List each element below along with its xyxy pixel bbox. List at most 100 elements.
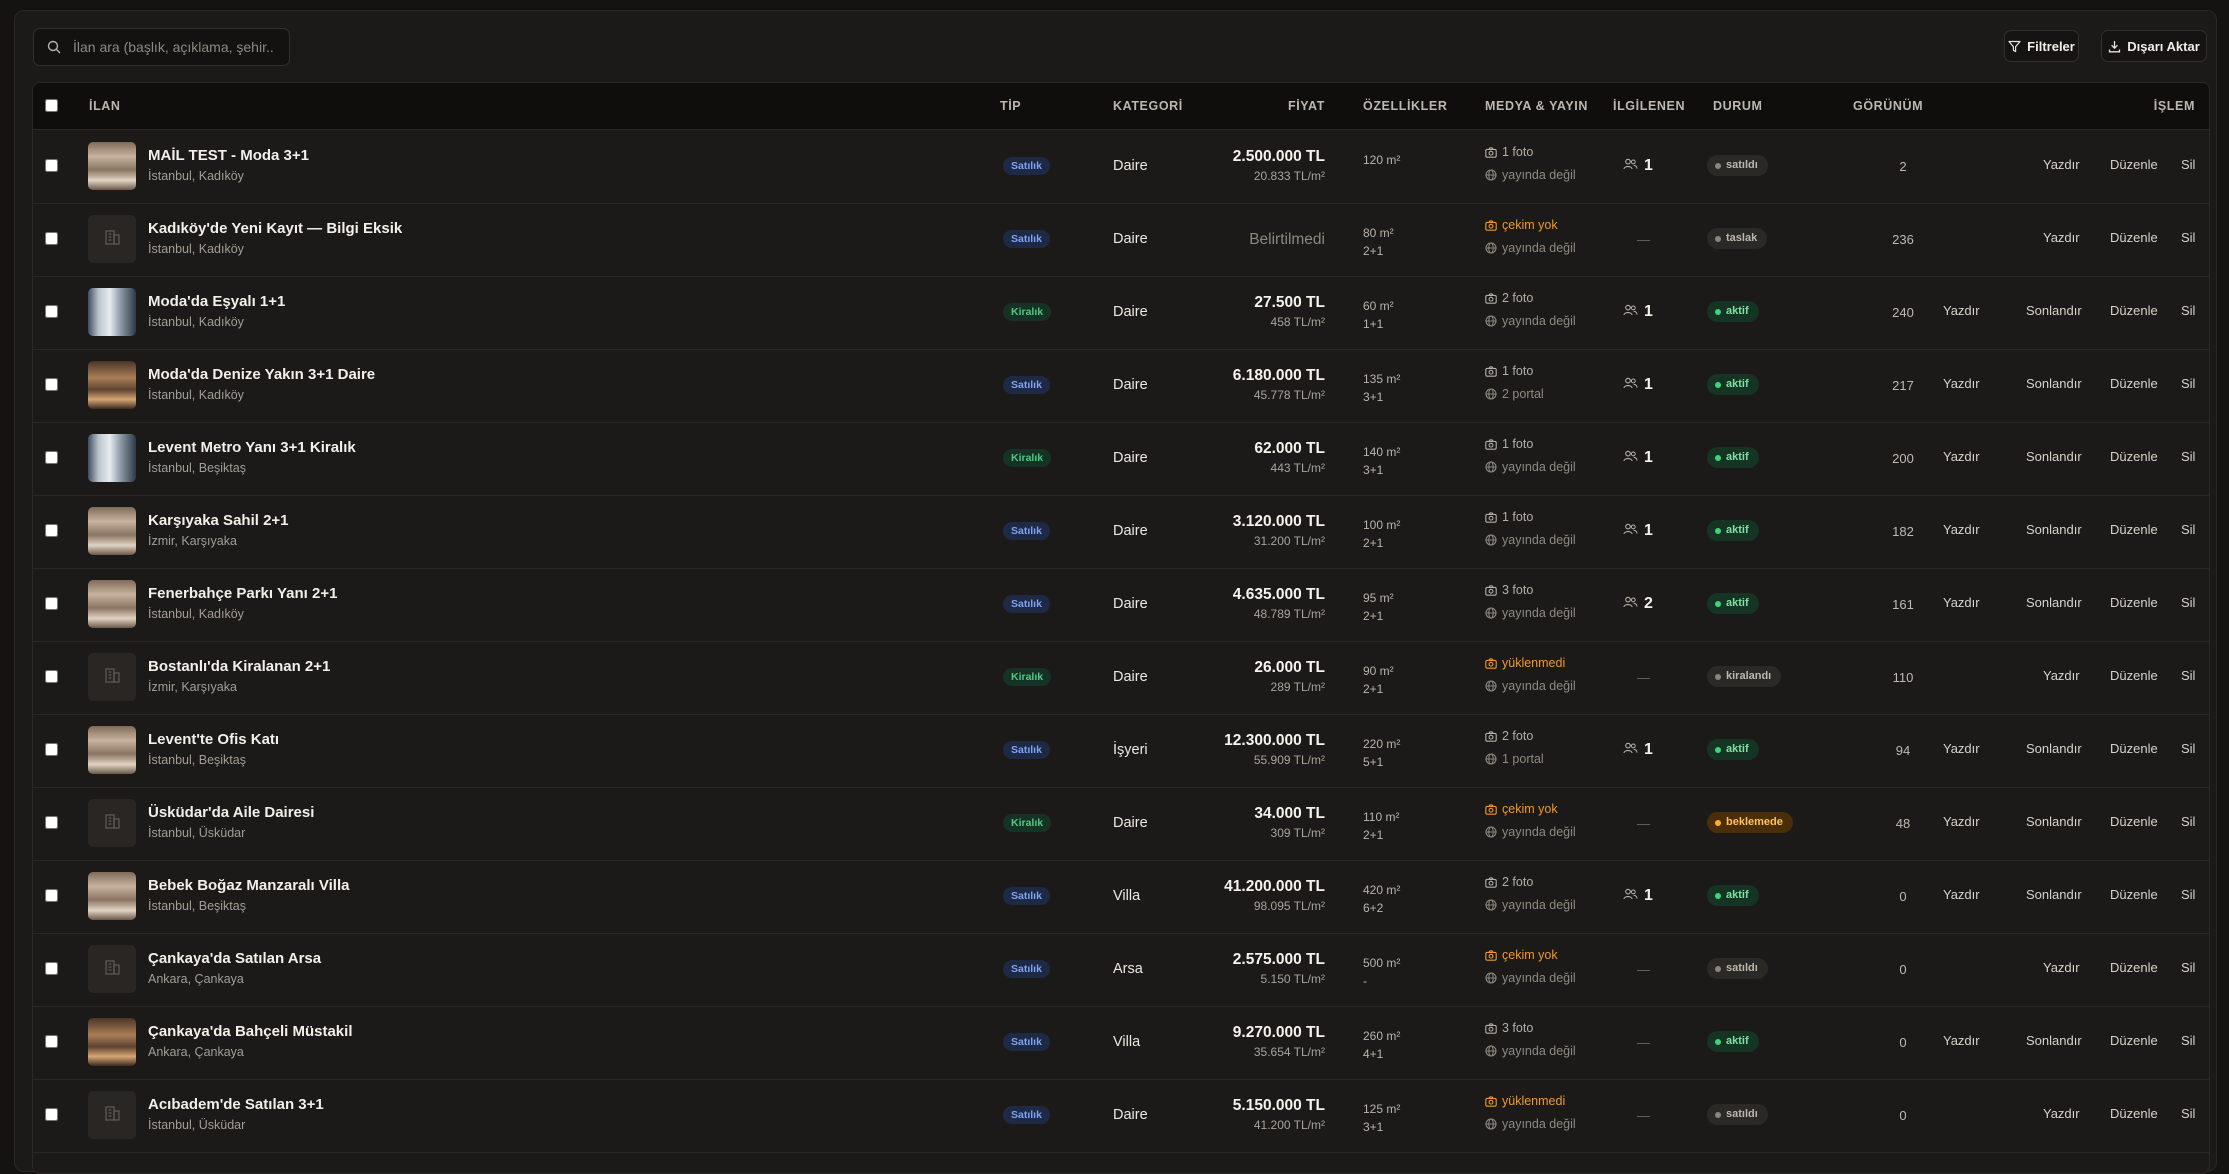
row-checkbox[interactable] — [45, 962, 58, 975]
listing-thumbnail[interactable] — [88, 507, 136, 555]
edit-button[interactable]: Düzenle — [2110, 303, 2158, 318]
table-row[interactable]: Levent Metro Yanı 3+1 Kiralık İstanbul, … — [33, 422, 2209, 496]
interested-count[interactable]: 1 — [1623, 157, 1653, 175]
listing-title[interactable]: Bebek Boğaz Manzaralı Villa — [148, 877, 349, 894]
listing-title[interactable]: Karşıyaka Sahil 2+1 — [148, 512, 289, 529]
edit-button[interactable]: Düzenle — [2110, 814, 2158, 829]
interested-count[interactable]: 1 — [1623, 522, 1653, 540]
export-button[interactable]: Dışarı Aktar — [2101, 30, 2207, 62]
row-checkbox[interactable] — [45, 743, 58, 756]
end-button[interactable]: Sonlandır — [2026, 522, 2082, 537]
delete-button[interactable]: Sil — [2181, 449, 2195, 464]
listing-thumbnail[interactable] — [88, 726, 136, 774]
table-row[interactable]: MAİL TEST - Moda 3+1 İstanbul, Kadıköy S… — [33, 130, 2209, 204]
end-button[interactable]: Sonlandır — [2026, 887, 2082, 902]
table-row[interactable]: Bebek Boğaz Manzaralı Villa İstanbul, Be… — [33, 860, 2209, 934]
edit-button[interactable]: Düzenle — [2110, 668, 2158, 683]
listing-title[interactable]: Bostanlı'da Kiralanan 2+1 — [148, 658, 330, 675]
interested-count[interactable]: 2 — [1623, 595, 1653, 613]
row-checkbox[interactable] — [45, 1035, 58, 1048]
table-row[interactable]: Üsküdar'da Aile Dairesi İstanbul, Üsküda… — [33, 787, 2209, 861]
listing-title[interactable]: MAİL TEST - Moda 3+1 — [148, 147, 309, 164]
table-row[interactable]: Çankaya'da Satılan Arsa Ankara, Çankaya … — [33, 933, 2209, 1007]
row-checkbox[interactable] — [45, 159, 58, 172]
interested-count[interactable]: 1 — [1623, 741, 1653, 759]
delete-button[interactable]: Sil — [2181, 303, 2195, 318]
interested-count[interactable]: 1 — [1623, 303, 1653, 321]
listing-title[interactable]: Levent'te Ofis Katı — [148, 731, 279, 748]
delete-button[interactable]: Sil — [2181, 960, 2195, 975]
row-checkbox[interactable] — [45, 889, 58, 902]
table-row[interactable]: Moda'da Denize Yakın 3+1 Daire İstanbul,… — [33, 349, 2209, 423]
edit-button[interactable]: Düzenle — [2110, 1033, 2158, 1048]
end-button[interactable]: Sonlandır — [2026, 449, 2082, 464]
search-input[interactable] — [71, 38, 275, 56]
row-checkbox[interactable] — [45, 305, 58, 318]
edit-button[interactable]: Düzenle — [2110, 741, 2158, 756]
print-button[interactable]: Yazdır — [2043, 668, 2080, 683]
search-box[interactable] — [33, 28, 290, 66]
delete-button[interactable]: Sil — [2181, 1106, 2195, 1121]
print-button[interactable]: Yazdır — [1943, 522, 1980, 537]
listing-title[interactable]: Çankaya'da Bahçeli Müstakil — [148, 1023, 353, 1040]
edit-button[interactable]: Düzenle — [2110, 1106, 2158, 1121]
listing-thumbnail[interactable] — [88, 434, 136, 482]
listing-title[interactable]: Kadıköy'de Yeni Kayıt — Bilgi Eksik — [148, 220, 402, 237]
print-button[interactable]: Yazdır — [2043, 157, 2080, 172]
edit-button[interactable]: Düzenle — [2110, 595, 2158, 610]
delete-button[interactable]: Sil — [2181, 741, 2195, 756]
table-row[interactable]: Acıbadem'de Satılan 3+1 İstanbul, Üsküda… — [33, 1079, 2209, 1153]
listing-thumbnail[interactable] — [88, 142, 136, 190]
interested-count[interactable]: 1 — [1623, 449, 1653, 467]
listing-title[interactable]: Moda'da Denize Yakın 3+1 Daire — [148, 366, 375, 383]
edit-button[interactable]: Düzenle — [2110, 157, 2158, 172]
filters-button[interactable]: Filtreler — [2004, 30, 2079, 62]
print-button[interactable]: Yazdır — [1943, 449, 1980, 464]
print-button[interactable]: Yazdır — [1943, 595, 1980, 610]
edit-button[interactable]: Düzenle — [2110, 887, 2158, 902]
delete-button[interactable]: Sil — [2181, 376, 2195, 391]
delete-button[interactable]: Sil — [2181, 595, 2195, 610]
end-button[interactable]: Sonlandır — [2026, 376, 2082, 391]
row-checkbox[interactable] — [45, 378, 58, 391]
listing-thumbnail[interactable] — [88, 872, 136, 920]
listing-title[interactable]: Moda'da Eşyalı 1+1 — [148, 293, 285, 310]
print-button[interactable]: Yazdır — [1943, 887, 1980, 902]
listing-thumbnail[interactable] — [88, 1018, 136, 1066]
table-row[interactable]: Moda'da Eşyalı 1+1 İstanbul, Kadıköy Kir… — [33, 276, 2209, 350]
row-checkbox[interactable] — [45, 232, 58, 245]
table-row[interactable]: Kadıköy'de Yeni Kayıt — Bilgi Eksik İsta… — [33, 203, 2209, 277]
print-button[interactable]: Yazdır — [1943, 1033, 1980, 1048]
row-checkbox[interactable] — [45, 451, 58, 464]
listing-title[interactable]: Çankaya'da Satılan Arsa — [148, 950, 321, 967]
edit-button[interactable]: Düzenle — [2110, 960, 2158, 975]
table-row[interactable]: Çankaya'da Bahçeli Müstakil Ankara, Çank… — [33, 1006, 2209, 1080]
delete-button[interactable]: Sil — [2181, 230, 2195, 245]
delete-button[interactable]: Sil — [2181, 522, 2195, 537]
row-checkbox[interactable] — [45, 816, 58, 829]
print-button[interactable]: Yazdır — [2043, 960, 2080, 975]
print-button[interactable]: Yazdır — [1943, 376, 1980, 391]
end-button[interactable]: Sonlandır — [2026, 303, 2082, 318]
interested-count[interactable]: 1 — [1623, 887, 1653, 905]
end-button[interactable]: Sonlandır — [2026, 741, 2082, 756]
interested-count[interactable]: 1 — [1623, 376, 1653, 394]
edit-button[interactable]: Düzenle — [2110, 522, 2158, 537]
listing-title[interactable]: Fenerbahçe Parkı Yanı 2+1 — [148, 585, 337, 602]
listing-title[interactable]: Acıbadem'de Satılan 3+1 — [148, 1096, 324, 1113]
row-checkbox[interactable] — [45, 524, 58, 537]
table-row[interactable]: Bostanlı'da Kiralanan 2+1 İzmir, Karşıya… — [33, 641, 2209, 715]
listing-thumbnail[interactable] — [88, 580, 136, 628]
end-button[interactable]: Sonlandır — [2026, 595, 2082, 610]
print-button[interactable]: Yazdır — [2043, 1106, 2080, 1121]
table-row[interactable]: Karşıyaka Sahil 2+1 İzmir, Karşıyaka Sat… — [33, 495, 2209, 569]
listing-thumbnail[interactable] — [88, 361, 136, 409]
listing-title[interactable]: Levent Metro Yanı 3+1 Kiralık — [148, 439, 356, 456]
listing-thumbnail[interactable] — [88, 288, 136, 336]
delete-button[interactable]: Sil — [2181, 1033, 2195, 1048]
edit-button[interactable]: Düzenle — [2110, 230, 2158, 245]
listing-title[interactable]: Üsküdar'da Aile Dairesi — [148, 804, 314, 821]
print-button[interactable]: Yazdır — [1943, 303, 1980, 318]
edit-button[interactable]: Düzenle — [2110, 376, 2158, 391]
delete-button[interactable]: Sil — [2181, 814, 2195, 829]
